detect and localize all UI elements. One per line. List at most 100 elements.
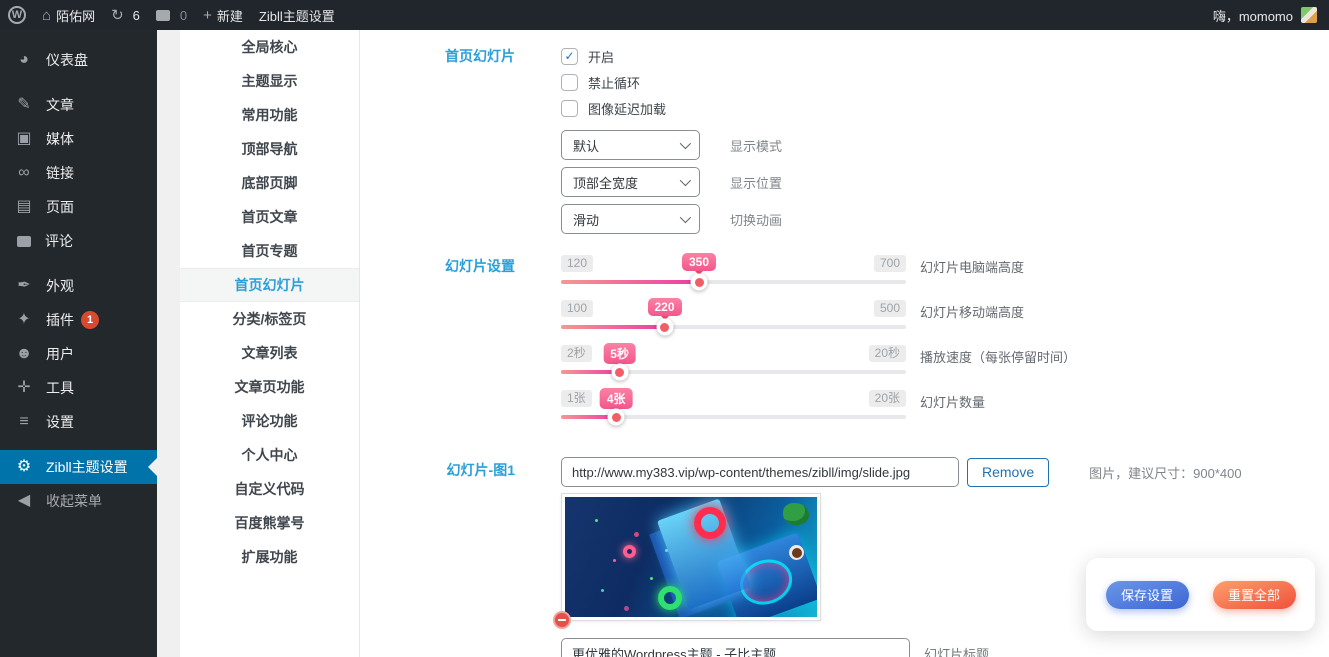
checkbox-enable[interactable]: ✓ 开启 [561,43,782,69]
slider-track[interactable] [561,325,906,329]
slider-handle[interactable] [611,364,628,381]
plugins-update-badge: 1 [81,311,99,329]
sidebar-item-appearance[interactable]: ✒外观 [0,269,157,303]
theme-menu-item-10[interactable]: 文章页功能 [180,370,359,404]
new-content-menu[interactable]: + 新建 [195,0,251,30]
sidebar-item-label: 用户 [46,344,74,364]
comments-link[interactable]: 0 [148,0,195,30]
theme-menu-item-6[interactable]: 首页专题 [180,234,359,268]
sidebar-item-settings[interactable]: ≡设置 [0,405,157,439]
chevron-down-icon [680,212,691,223]
select-value: 默认 [573,136,599,155]
updates-link[interactable]: ↻ 6 [103,0,148,30]
slider-row-1: 100500220幻灯片移动端高度 [561,300,1076,336]
collapse-icon: ◀ [10,493,38,509]
admin-bar: W ⌂ 陌佑网 ↻ 6 0 + 新建 Zibll主题设置 嗨，momomo [0,0,1329,30]
slide-title-input[interactable] [561,638,910,657]
sidebar-item-label: 文章 [46,95,74,115]
range-slider[interactable]: 2秒20秒5秒 [561,345,906,381]
slider-track[interactable] [561,280,906,284]
slider-row-2: 2秒20秒5秒播放速度（每张停留时间） [561,345,1076,381]
theme-menu-item-3[interactable]: 顶部导航 [180,132,359,166]
range-slider[interactable]: 120700350 [561,255,906,291]
theme-menu-item-8[interactable]: 分类/标签页 [180,302,359,336]
reset-all-button[interactable]: 重置全部 [1213,581,1296,609]
pink-ring-glow [623,545,636,558]
range-slider[interactable]: 1张20张4张 [561,390,906,426]
checkbox-icon: ✓ [561,100,578,117]
greeting: 嗨，momomo [1213,6,1293,25]
checkbox-icon: ✓ [561,74,578,91]
sidebar-item-label: Zibll主题设置 [46,457,128,477]
slide-image-preview[interactable] [561,493,821,621]
avatar [1301,7,1317,23]
red-ring-glow [694,507,726,539]
slider-max: 20张 [869,390,906,407]
pages-icon: ▤ [10,199,38,215]
checkbox-label: 禁止循环 [588,73,640,92]
theme-menu-item-4[interactable]: 底部页脚 [180,166,359,200]
slider-row-0: 120700350 幻灯片电脑端高度 [561,255,1076,291]
theme-menu-item-9[interactable]: 文章列表 [180,336,359,370]
screen: W ⌂ 陌佑网 ↻ 6 0 + 新建 Zibll主题设置 嗨，momomo ◕仪… [0,0,1329,657]
save-settings-button[interactable]: 保存设置 [1106,581,1189,609]
remove-slide-icon[interactable] [553,611,571,629]
sidebar-item-media[interactable]: ▣媒体 [0,122,157,156]
checkbox-lazyload[interactable]: ✓ 图像延迟加载 [561,95,782,121]
slider-handle[interactable] [691,274,708,291]
section-home-slides: 首页幻灯片 ✓ 开启 ✓ 禁止循环 ✓ 图像延迟加载 [360,43,1329,241]
slider-label: 幻灯片数量 [920,390,985,411]
theme-settings-sidebar: 全局核心主题显示常用功能顶部导航底部页脚首页文章首页专题首页幻灯片分类/标签页文… [180,30,360,657]
slider-fill [561,325,665,329]
green-ring-glow [658,586,682,610]
select-display-position[interactable]: 顶部全宽度 [561,167,700,197]
select-value: 滑动 [573,210,599,229]
sidebar-item-tools[interactable]: ✛工具 [0,371,157,405]
sidebar-item-label: 外观 [46,276,74,296]
theme-menu-item-12[interactable]: 个人中心 [180,438,359,472]
chevron-down-icon [680,175,691,186]
theme-settings-link[interactable]: Zibll主题设置 [251,0,343,30]
checkbox-no-loop[interactable]: ✓ 禁止循环 [561,69,782,95]
settings-panel: 首页幻灯片 ✓ 开启 ✓ 禁止循环 ✓ 图像延迟加载 [360,30,1329,657]
account-menu[interactable]: 嗨，momomo [1213,6,1329,25]
sidebar-item-plugins[interactable]: ✦插件1 [0,303,157,337]
comments-count: 0 [180,8,187,23]
sidebar-item-comments[interactable]: 评论 [0,224,157,258]
slider-handle[interactable] [608,409,625,426]
theme-menu-item-14[interactable]: 百度熊掌号 [180,506,359,540]
dashboard-icon: ◕ [10,52,38,68]
theme-menu-item-2[interactable]: 常用功能 [180,98,359,132]
sidebar-item-dashboard[interactable]: ◕仪表盘 [0,43,157,77]
wp-logo-menu[interactable]: W [0,0,34,30]
theme-menu-item-11[interactable]: 评论功能 [180,404,359,438]
theme-menu-item-5[interactable]: 首页文章 [180,200,359,234]
sidebar-item-collapse[interactable]: ◀ 收起菜单 [0,484,157,518]
remove-image-button[interactable]: Remove [967,458,1049,487]
image-url-input[interactable] [561,457,959,487]
sidebar-item-pages[interactable]: ▤页面 [0,190,157,224]
slider-max: 500 [874,300,906,317]
slider-max: 20秒 [869,345,906,362]
links-icon: ∞ [10,165,38,181]
range-slider[interactable]: 100500220 [561,300,906,336]
select-transition[interactable]: 滑动 [561,204,700,234]
theme-menu-item-15[interactable]: 扩展功能 [180,540,359,574]
slider-label: 幻灯片电脑端高度 [920,255,1024,276]
sidebar-item-posts[interactable]: ✎文章 [0,88,157,122]
theme-menu-item-1[interactable]: 主题显示 [180,64,359,98]
theme-menu-item-7[interactable]: 首页幻灯片 [180,268,359,302]
theme-menu-item-13[interactable]: 自定义代码 [180,472,359,506]
theme-menu-item-0[interactable]: 全局核心 [180,30,359,64]
home-icon: ⌂ [42,8,51,23]
checkbox-icon: ✓ [561,48,578,65]
site-link[interactable]: ⌂ 陌佑网 [34,0,103,30]
sidebar-item-links[interactable]: ∞链接 [0,156,157,190]
sidebar-item-users[interactable]: ☻用户 [0,337,157,371]
select-display-mode[interactable]: 默认 [561,130,700,160]
sidebar-item-label: 收起菜单 [46,491,102,511]
slider-row-3: 1张20张4张幻灯片数量 [561,390,1076,426]
slider-handle[interactable] [656,319,673,336]
sidebar-item-zibll[interactable]: ⚙Zibll主题设置 [0,450,157,484]
slider-fill [561,280,699,284]
